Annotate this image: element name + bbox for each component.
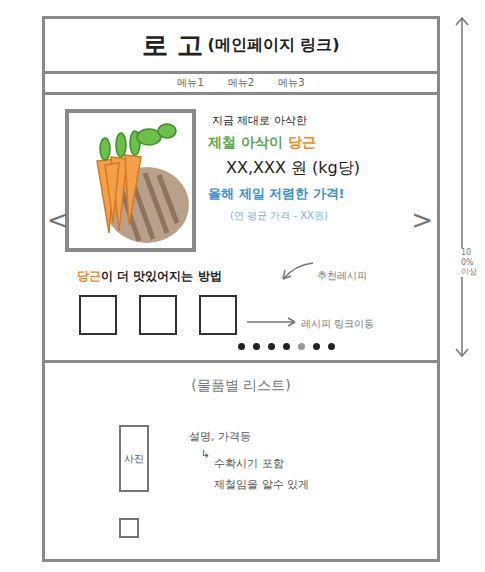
average-price: (연 평균 가격 - XX원) [208, 209, 360, 223]
item-photo: 사진 [119, 425, 149, 492]
double-arrow-icon [450, 16, 474, 358]
logo[interactable]: 로 고 [142, 28, 203, 63]
item-desc: 설명, 가격등 [189, 429, 309, 444]
item-subnote: ↳수확시기 포함제철임을 알수 있게 [189, 448, 309, 492]
carousel-dots [65, 343, 437, 350]
product-photo [65, 109, 196, 252]
link-annotation: 레시피 링크이동 [301, 317, 374, 331]
logo-note: (메인페이지 링크) [207, 35, 339, 56]
recipe-links [65, 295, 437, 335]
recipe-link-box[interactable] [79, 295, 117, 335]
carousel-dot[interactable] [313, 343, 320, 350]
menu-item[interactable]: 메뉴1 [177, 76, 203, 90]
carousel-dot[interactable] [268, 343, 275, 350]
recipe-title-part: 이 더 맛있어지는 방법 [101, 269, 222, 283]
deal-label: 올해 제일 저렴한 가격! [208, 185, 360, 203]
prev-arrow[interactable]: < [47, 205, 69, 235]
product-title: 제철 아삭이 당근 [208, 134, 360, 152]
annotation-arrow-icon [277, 259, 317, 285]
list-items: 사진설명, 가격등↳수확시기 포함제철임을 알수 있게 [45, 425, 437, 538]
menu-item[interactable]: 메뉴3 [278, 76, 304, 90]
product-list: (물품별 리스트)사진설명, 가격등↳수확시기 포함제철임을 알수 있게 [45, 363, 437, 559]
carousel-dot[interactable] [238, 343, 245, 350]
recipe-link-box[interactable] [139, 295, 177, 335]
title-part: 제철 아삭이 [208, 134, 288, 150]
carrot-basket-icon [69, 113, 192, 248]
recipe-title-part: 당근 [77, 269, 101, 283]
list-item[interactable] [119, 518, 437, 538]
item-photo [119, 518, 139, 538]
page-frame: 로 고(메인페이지 링크) 메뉴1 메뉴2 메뉴3 지금 제대로 아삭한제철 아삭이 당… [42, 16, 440, 562]
list-item[interactable]: 사진설명, 가격등↳수확시기 포함제철임을 알수 있게 [119, 425, 437, 492]
recipe-title: 당근이 더 맛있어지는 방법 [65, 268, 437, 285]
product-tagline: 지금 제대로 아삭한 [208, 113, 360, 128]
carousel-dot[interactable] [253, 343, 260, 350]
annotation-arrow-icon [245, 315, 299, 329]
next-arrow[interactable]: > [411, 205, 433, 235]
carousel-dot[interactable] [328, 343, 335, 350]
recipe-link-box[interactable] [199, 295, 237, 335]
title-part: 당근 [288, 134, 316, 150]
header[interactable]: 로 고(메인페이지 링크) [45, 19, 437, 74]
menu-bar: 메뉴1 메뉴2 메뉴3 [45, 74, 437, 95]
list-title: (물품별 리스트) [45, 377, 437, 395]
carousel-dot[interactable] [283, 343, 290, 350]
height-annotation: 100% 이상 [450, 16, 474, 358]
menu-item[interactable]: 메뉴2 [228, 76, 254, 90]
item-description: 설명, 가격등↳수확시기 포함제철임을 알수 있게 [189, 425, 309, 492]
carousel-dot[interactable] [298, 343, 305, 350]
hero-banner: 지금 제대로 아삭한제철 아삭이 당근 XX,XXX 원 (kg당) 올해 제일 저… [45, 95, 437, 363]
item-notes: 수확시기 포함제철임을 알수 있게 [214, 448, 309, 492]
hero-top: 지금 제대로 아삭한제철 아삭이 당근 XX,XXX 원 (kg당) 올해 제일 저… [65, 109, 437, 252]
sub-arrow: ↳ [201, 448, 210, 492]
recipe-annotation: 추천레시피 [317, 269, 367, 283]
item-note: 제철임을 알수 있게 [214, 477, 309, 492]
item-note: 수확시기 포함 [214, 456, 309, 471]
height-note: 100% 이상 [461, 248, 479, 277]
product-price: XX,XXX 원 (kg당) [208, 158, 360, 179]
product-info: 지금 제대로 아삭한제철 아삭이 당근 XX,XXX 원 (kg당) 올해 제일 저… [208, 109, 360, 252]
